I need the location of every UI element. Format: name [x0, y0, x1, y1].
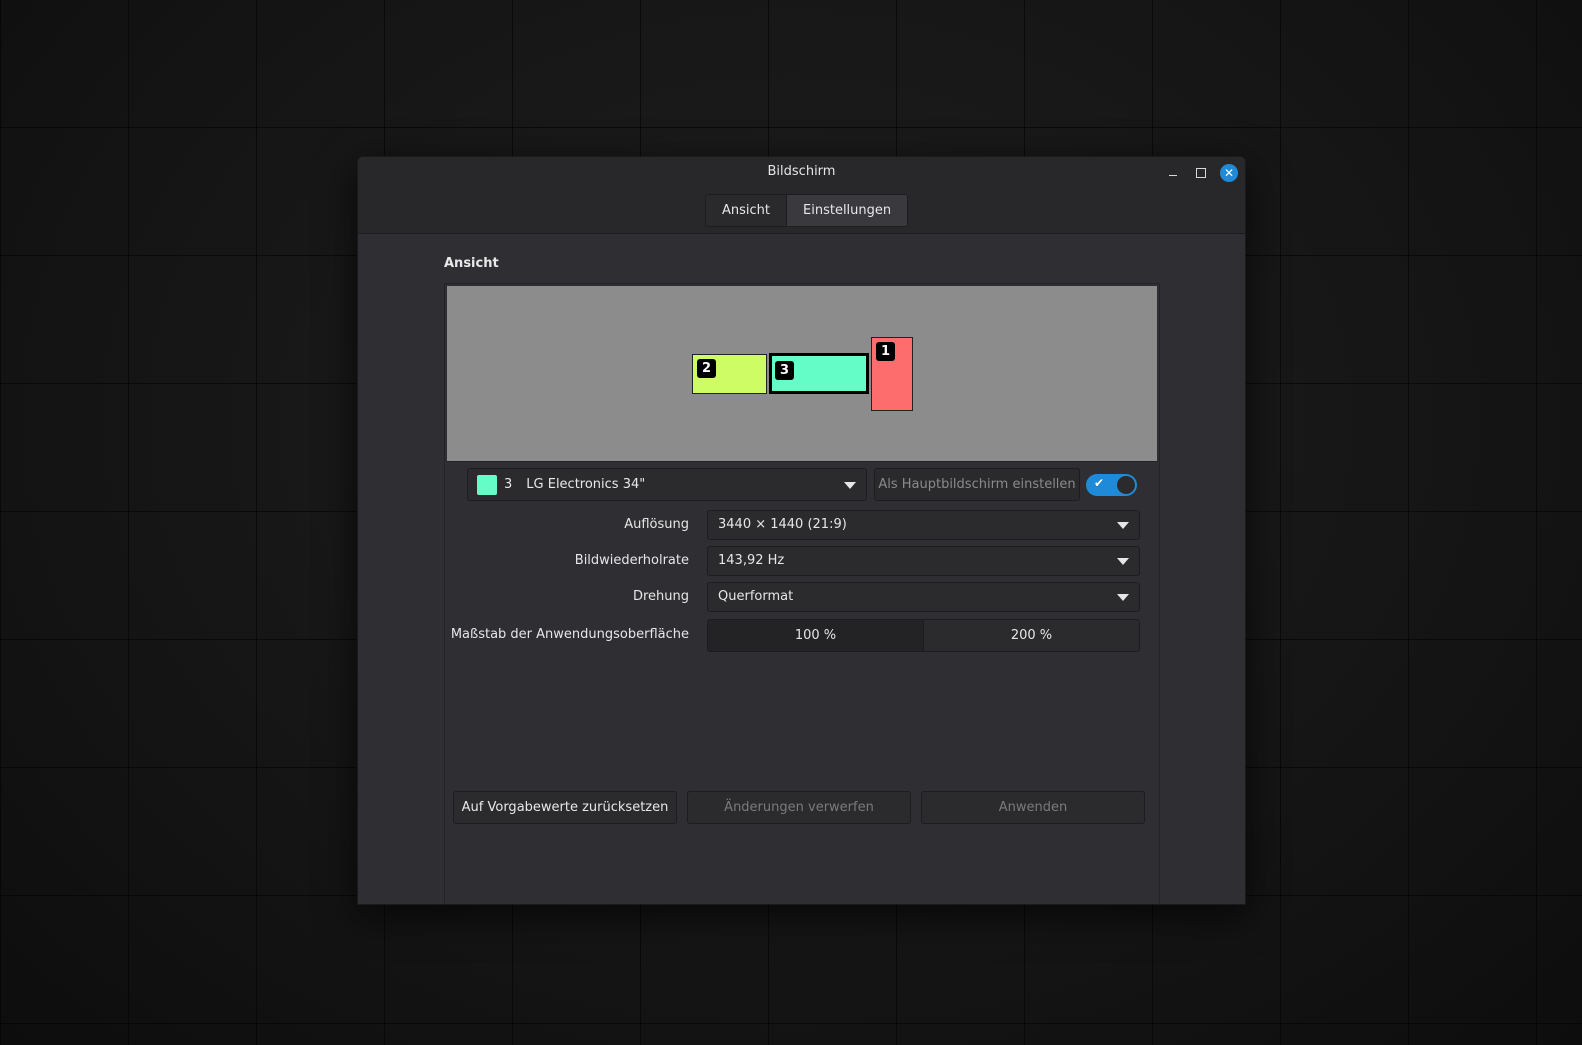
monitor-layout-preview[interactable]: 2 3 1	[447, 286, 1157, 462]
monitor-select-name: LG Electronics 34"	[526, 477, 646, 492]
rotation-dropdown[interactable]: Querformat	[707, 582, 1140, 612]
monitor-3-tile[interactable]: 3	[769, 353, 869, 394]
display-panel: 2 3 1 3 LG Electronics 34" Als Hauptbild…	[444, 283, 1160, 904]
resolution-label: Auflösung	[624, 517, 689, 532]
set-primary-button[interactable]: Als Hauptbildschirm einstellen	[874, 468, 1080, 501]
resolution-value: 3440 × 1440 (21:9)	[718, 517, 847, 532]
refresh-rate-value: 143,92 Hz	[718, 553, 785, 568]
chevron-down-icon	[1117, 558, 1129, 565]
scale-label: Maßstab der Anwendungsoberfläche	[450, 627, 689, 642]
scale-100-button[interactable]: 100 %	[708, 620, 923, 651]
toggle-knob	[1117, 476, 1135, 494]
refresh-rate-dropdown[interactable]: 143,92 Hz	[707, 546, 1140, 576]
maximize-button[interactable]	[1192, 164, 1210, 182]
monitor-number: 1	[876, 342, 895, 361]
apply-button[interactable]: Anwenden	[921, 791, 1145, 824]
reset-defaults-button[interactable]: Auf Vorgabewerte zurücksetzen	[453, 791, 677, 824]
monitor-number: 3	[775, 361, 794, 380]
minimize-button[interactable]	[1164, 164, 1182, 182]
window-title: Bildschirm	[767, 164, 836, 179]
tab-bar: Ansicht Einstellungen	[705, 194, 909, 227]
monitor-select-id: 3	[504, 477, 513, 492]
chevron-down-icon	[1117, 522, 1129, 529]
display-settings-window: Bildschirm ✕ Ansicht Einstellungen Ansic…	[357, 156, 1246, 905]
check-icon: ✔	[1094, 476, 1105, 490]
monitor-1-tile[interactable]: 1	[871, 337, 913, 411]
resolution-dropdown[interactable]: 3440 × 1440 (21:9)	[707, 510, 1140, 540]
monitor-number: 2	[697, 359, 716, 378]
monitor-color-swatch	[477, 474, 497, 495]
refresh-rate-label: Bildwiederholrate	[574, 553, 689, 568]
chevron-down-icon	[1117, 594, 1129, 601]
section-title: Ansicht	[444, 256, 499, 271]
monitor-enabled-toggle[interactable]: ✔	[1086, 474, 1137, 496]
rotation-label: Drehung	[632, 589, 689, 604]
scale-200-button[interactable]: 200 %	[923, 620, 1139, 651]
rotation-value: Querformat	[718, 589, 794, 604]
tab-einstellungen[interactable]: Einstellungen	[786, 195, 908, 226]
close-button[interactable]: ✕	[1220, 164, 1238, 182]
monitor-2-tile[interactable]: 2	[692, 354, 767, 394]
scale-toggle-group: 100 % 200 %	[707, 619, 1140, 652]
discard-changes-button[interactable]: Änderungen verwerfen	[687, 791, 911, 824]
chevron-down-icon	[844, 482, 856, 489]
titlebar: Bildschirm ✕ Ansicht Einstellungen	[358, 157, 1245, 234]
close-icon: ✕	[1223, 166, 1235, 180]
monitor-select[interactable]: 3 LG Electronics 34"	[467, 468, 867, 501]
tab-ansicht[interactable]: Ansicht	[706, 195, 787, 226]
